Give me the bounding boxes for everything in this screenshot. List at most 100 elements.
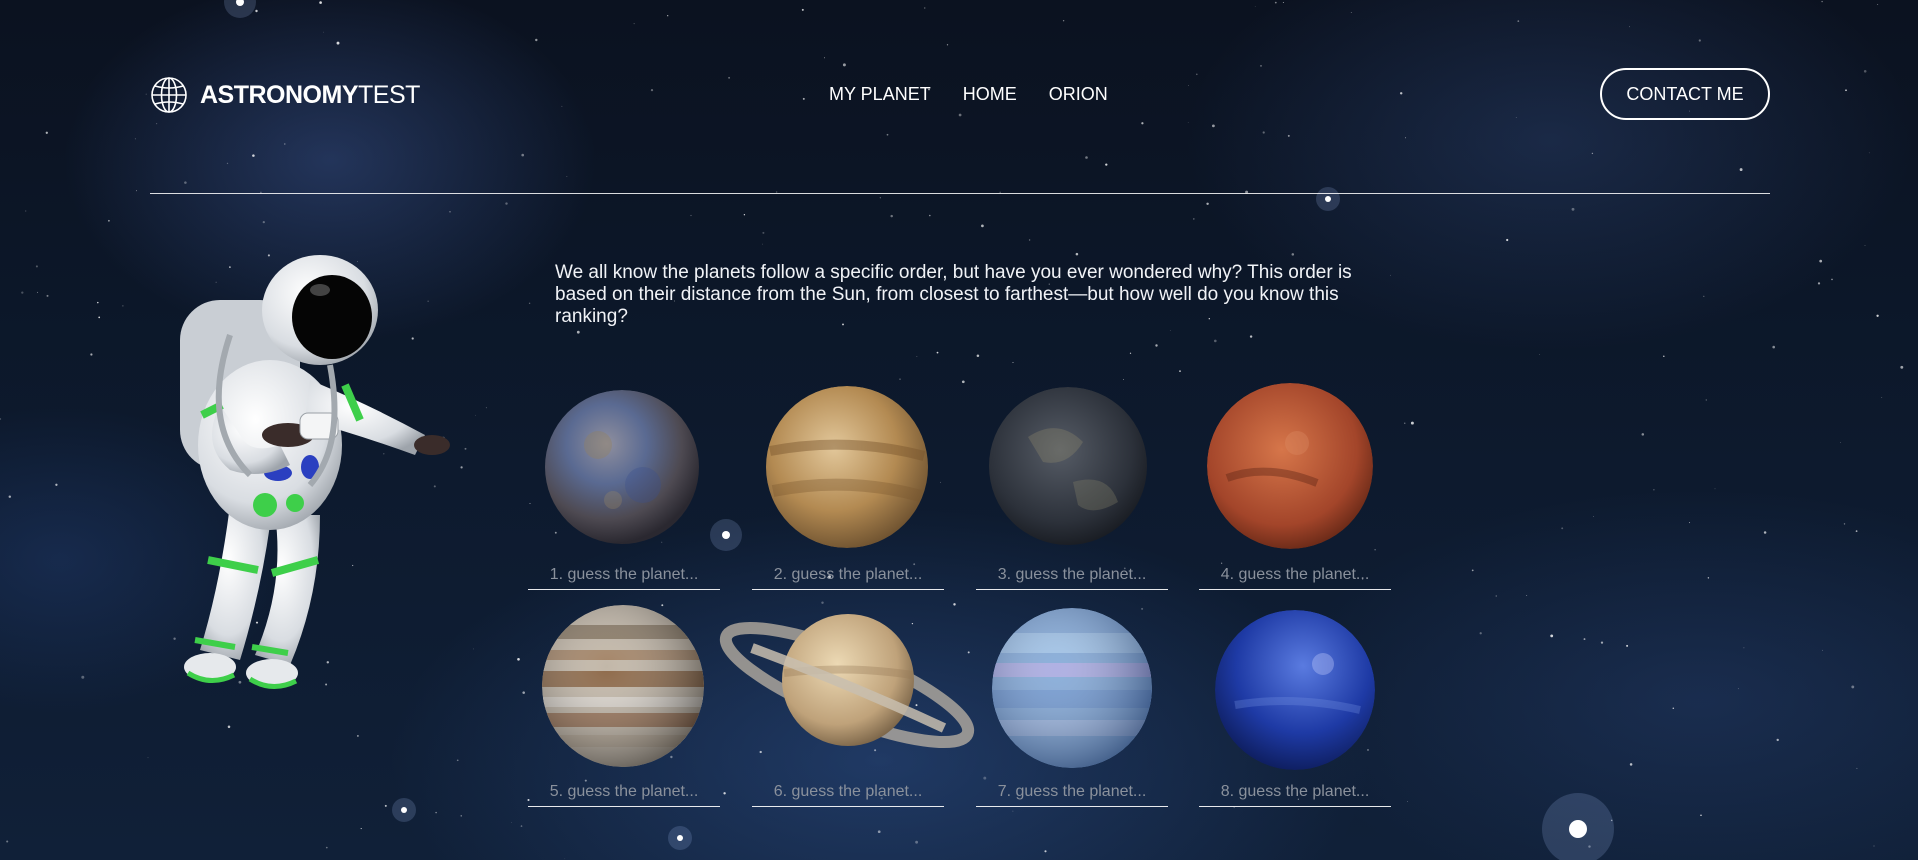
bright-star [722, 531, 730, 539]
star [356, 734, 359, 737]
planet-slot-1 [528, 390, 720, 590]
star [1593, 516, 1594, 518]
star [1743, 647, 1745, 649]
star [1868, 152, 1870, 154]
star [252, 154, 255, 157]
star [690, 214, 692, 217]
star [1389, 274, 1391, 276]
star [633, 23, 635, 25]
star [1405, 137, 1406, 139]
star [1705, 399, 1708, 401]
star [535, 38, 538, 42]
star [1075, 252, 1079, 256]
star [1274, 1, 1277, 4]
star [924, 7, 926, 9]
star [1776, 738, 1779, 742]
planet-guess-input-8[interactable] [1199, 777, 1391, 807]
planet-slot-2 [752, 386, 944, 590]
planet-guess-input-3[interactable] [976, 560, 1168, 590]
star [1291, 253, 1295, 256]
main-nav: MY PLANET HOME ORION [829, 84, 1108, 105]
star [520, 825, 523, 827]
star [122, 305, 124, 307]
star [961, 380, 965, 384]
header-divider [150, 193, 1770, 194]
star [976, 354, 980, 357]
star [576, 330, 580, 334]
star [1260, 65, 1262, 67]
star [1698, 39, 1701, 42]
planet-uranus-image [992, 608, 1152, 768]
planet-guess-input-6[interactable] [752, 777, 944, 807]
star [81, 675, 85, 679]
star [1689, 522, 1691, 524]
planet-guess-input-7[interactable] [976, 777, 1168, 807]
star [1591, 152, 1594, 155]
star [255, 9, 258, 13]
nav-orion[interactable]: ORION [1049, 84, 1108, 105]
star [1155, 344, 1158, 347]
star [227, 725, 231, 729]
bright-star-glow [392, 798, 416, 822]
star [521, 153, 525, 157]
star [1062, 20, 1065, 22]
star [1629, 26, 1631, 28]
star [1404, 422, 1406, 424]
star [1700, 814, 1702, 817]
star [6, 840, 9, 843]
star [1663, 355, 1665, 357]
star [360, 828, 362, 830]
star [1206, 202, 1209, 206]
star [37, 291, 39, 293]
star [1012, 362, 1014, 363]
star [1526, 595, 1528, 596]
star [108, 219, 110, 222]
star [946, 44, 949, 46]
planet-guess-input-1[interactable] [528, 560, 720, 590]
star [1851, 685, 1855, 689]
star [1772, 345, 1775, 349]
star [1561, 527, 1564, 530]
star [21, 291, 24, 294]
star [325, 846, 328, 849]
star [184, 181, 187, 184]
star [723, 792, 726, 795]
bright-star [401, 807, 407, 813]
star [1407, 800, 1408, 802]
planet-venus-image [766, 386, 928, 548]
contact-me-button[interactable]: CONTACT ME [1600, 68, 1770, 120]
nav-my-planet[interactable]: MY PLANET [829, 84, 931, 105]
planet-guess-input-2[interactable] [752, 560, 944, 590]
star [98, 316, 101, 319]
star [1629, 763, 1633, 766]
star [1626, 644, 1629, 647]
planet-earth-image [989, 387, 1147, 545]
planet-guess-input-4[interactable] [1199, 560, 1391, 590]
nav-home[interactable]: HOME [963, 84, 1017, 105]
bright-star-glow [668, 826, 692, 850]
star [1123, 378, 1124, 380]
logo[interactable]: ASTRONOMYTEST [150, 76, 420, 114]
star [1410, 421, 1414, 425]
star [1600, 641, 1604, 644]
star [1739, 168, 1743, 172]
star [45, 131, 48, 134]
star [1282, 1, 1284, 4]
star [1839, 442, 1841, 443]
star [1085, 156, 1088, 159]
star [1876, 314, 1879, 317]
star [1012, 810, 1014, 812]
star [136, 190, 137, 192]
planet-guess-input-5[interactable] [528, 777, 720, 807]
star [90, 353, 93, 356]
planet-mars-image [1207, 383, 1373, 549]
star [842, 63, 846, 67]
star [1583, 638, 1586, 641]
star [886, 133, 889, 136]
star [1495, 595, 1497, 597]
star [134, 138, 136, 140]
star [336, 41, 340, 45]
star [517, 657, 520, 661]
star [1287, 134, 1290, 137]
star [511, 822, 512, 823]
